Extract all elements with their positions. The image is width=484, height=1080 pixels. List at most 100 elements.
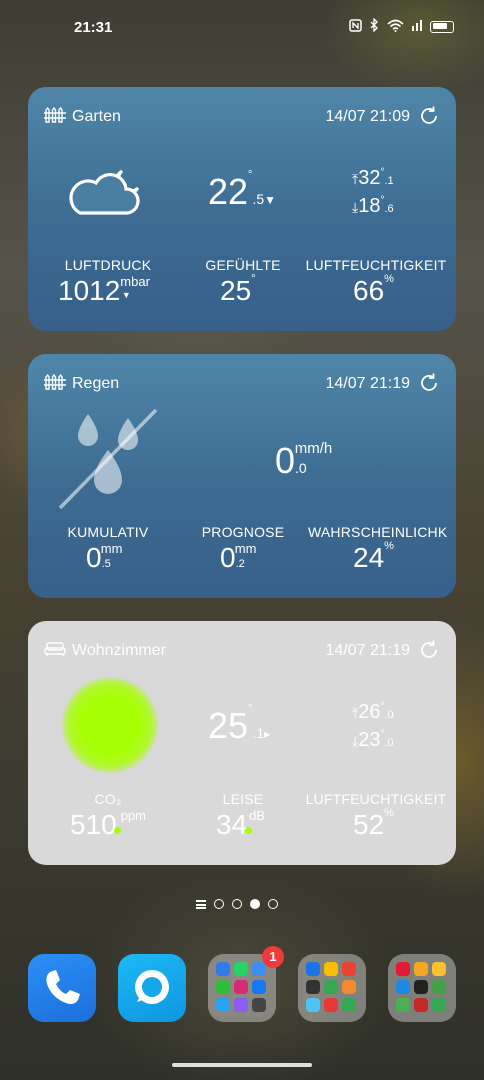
wz-high: ⤒26°.0 (352, 701, 394, 724)
facebook-icon (252, 980, 266, 994)
garten-low-int: 18 (358, 195, 381, 217)
tesla-icon (396, 962, 410, 976)
app-folder-tools[interactable] (388, 954, 456, 1022)
app-drawer-icon[interactable] (196, 899, 206, 909)
forecast-value: 0.2 mm (220, 541, 257, 574)
play-store-icon (342, 998, 356, 1012)
page-dot[interactable] (268, 899, 278, 909)
regen-widget[interactable]: Regen 14/07 21:19 0.0mm/h KUMULATIV PROG… (28, 354, 456, 598)
noise-status-dot (245, 827, 253, 834)
rain-rate-int: 0 (275, 440, 296, 481)
app-mini-icon (432, 980, 446, 994)
status-time: 21:31 (74, 19, 113, 36)
app-mini-icon (306, 962, 320, 976)
feels-like-number: 25 (220, 275, 252, 306)
garten-high-dec: .1 (384, 175, 394, 187)
page-indicator[interactable] (196, 899, 278, 909)
trend-down-icon: ▼ (264, 193, 277, 207)
co2-label: CO₂ (94, 791, 122, 807)
app-mini-icon (252, 998, 266, 1012)
noise-label: LEISE (222, 791, 264, 807)
wohnzimmer-title: Wohnzimmer (72, 642, 166, 659)
feels-like-label: GEFÜHLTE (205, 257, 281, 273)
forecast-unit: mm (234, 541, 257, 556)
no-rain-icon (56, 406, 160, 517)
garten-low: ⤓18°.6 (352, 195, 394, 218)
trend-steady-icon: ▸ (264, 727, 271, 741)
wz-low: ⤓23°.0 (352, 729, 394, 752)
probability-number: 24 (353, 542, 385, 573)
wz-low-dec: .0 (384, 737, 394, 749)
pressure-unit: mbar (120, 274, 150, 289)
home-indicator[interactable] (172, 1063, 312, 1067)
page-dot[interactable] (214, 899, 224, 909)
rain-rate: 0.0 mm/h (275, 440, 344, 482)
page-dot-active[interactable] (250, 899, 260, 909)
wz-high-int: 26 (358, 701, 381, 723)
messages-app[interactable] (118, 954, 186, 1022)
garten-widget[interactable]: Garten 14/07 21:09 22°.5▼ ⤒32°.1 ⤓18°.6 … (28, 87, 456, 331)
cumulative-int: 0 (86, 542, 102, 573)
app-mini-icon (414, 998, 428, 1012)
signal-icon (412, 19, 422, 34)
refresh-icon[interactable] (418, 639, 440, 666)
garten-temp-int: 22 (208, 171, 249, 212)
folder-app-icons (216, 962, 266, 1012)
garten-title: Garten (72, 108, 121, 125)
whatsapp-icon (234, 962, 248, 976)
wz-humidity-label: LUFTFEUCHTIGKEIT (305, 791, 447, 807)
co2-status-dot (114, 827, 122, 834)
forecast-dec: .2 (235, 558, 245, 570)
co2-unit: ppm (120, 808, 147, 823)
humidity-unit: % (384, 273, 394, 285)
app-folder-google[interactable] (298, 954, 366, 1022)
wohnzimmer-header: Wohnzimmer 14/07 21:19 (44, 639, 440, 663)
refresh-icon[interactable] (418, 372, 440, 399)
app-mini-icon (432, 962, 446, 976)
cumulative-value: 0.5 mm (86, 541, 123, 574)
regen-title: Regen (72, 375, 120, 392)
chrome-icon (324, 962, 338, 976)
garten-time: 14/07 21:09 (325, 108, 410, 125)
phone-icon (46, 970, 80, 1004)
air-quality-indicator (62, 677, 158, 773)
pressure-label: LUFTDRUCK (64, 257, 152, 273)
bluetooth-icon (370, 17, 379, 35)
fence-icon (44, 373, 66, 395)
wz-low-int: 23 (358, 729, 381, 751)
probability-label: WAHRSCHEINLICHK (308, 524, 448, 540)
noise-value: 34 dB (216, 808, 274, 841)
app-mini-icon (306, 998, 320, 1012)
wohnzimmer-widget[interactable]: Wohnzimmer 14/07 21:19 25° .1▸ ⤒26°.0 ⤓23… (28, 621, 456, 865)
cumulative-dec: .5 (101, 558, 111, 570)
page-dot[interactable] (232, 899, 242, 909)
wohnzimmer-temperature: 25° .1▸ (208, 703, 271, 747)
fence-icon (44, 106, 66, 128)
refresh-icon[interactable] (418, 105, 440, 132)
garten-header: Garten 14/07 21:09 (44, 105, 440, 129)
app-mini-icon (324, 980, 338, 994)
regen-header: Regen 14/07 21:19 (44, 372, 440, 396)
wz-temp-dec: .1 (252, 725, 265, 741)
garten-temperature: 22° .5▼ (208, 169, 277, 213)
noise-unit: dB (249, 808, 266, 823)
garten-temp-deg: ° (248, 169, 253, 181)
wz-humidity-value: 52% (353, 807, 394, 841)
nfc-icon (349, 18, 362, 35)
battery-icon (430, 20, 454, 33)
forecast-int: 0 (220, 542, 236, 573)
pressure-number: 1012 (58, 275, 121, 306)
status-bar: 21:31 (0, 0, 484, 56)
app-mini-icon (306, 980, 320, 994)
humidity-number: 66 (353, 275, 385, 306)
co2-value: 510 ppm (70, 808, 155, 841)
phone-app[interactable] (28, 954, 96, 1022)
notification-badge: 1 (262, 946, 284, 968)
co2-number: 510 (70, 809, 117, 840)
folder-app-icons (306, 962, 356, 1012)
regen-time: 14/07 21:19 (325, 375, 410, 392)
humidity-value: 66% (353, 273, 394, 307)
cumulative-unit: mm (100, 541, 123, 556)
app-mini-icon (342, 980, 356, 994)
garten-low-dec: .6 (384, 203, 394, 215)
